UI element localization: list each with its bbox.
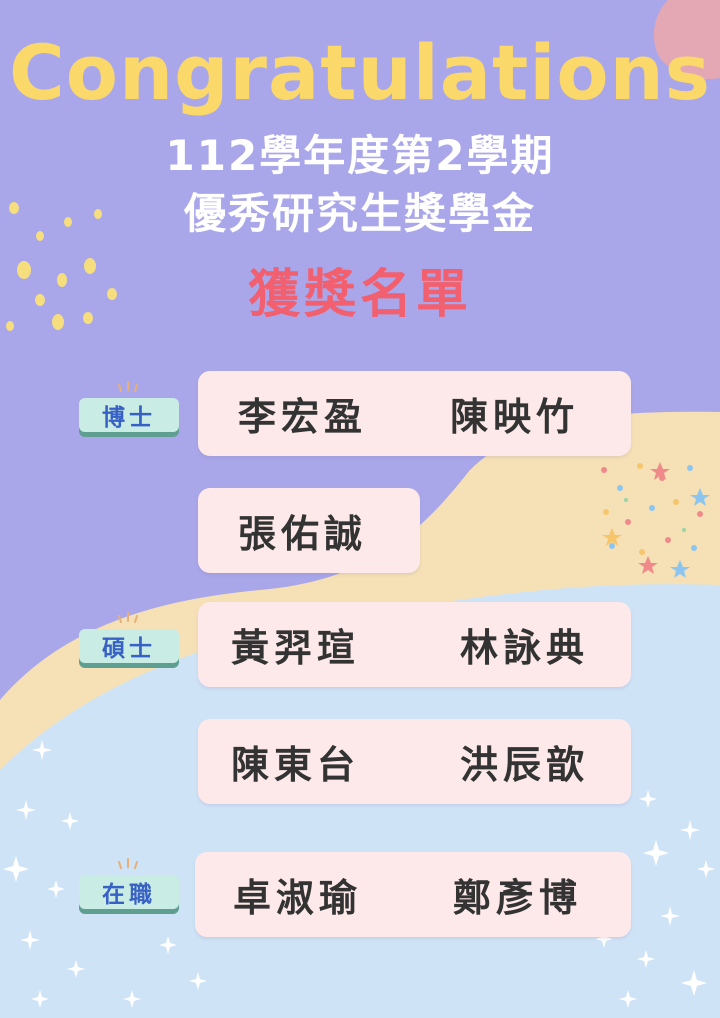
phd-row-1: 李宏盈 陳映竹: [198, 371, 631, 456]
award-list-heading: 獲獎名單: [247, 265, 472, 325]
sparkle-icon: [118, 381, 138, 392]
recipient-name: 張佑誠: [238, 512, 368, 556]
award-poster: Congratulations 112學年度第2學期 優秀研究生獎學金 獲獎名單…: [0, 0, 720, 1018]
recipient-name: 林詠典: [460, 626, 590, 670]
recipient-name: 洪辰歆: [460, 743, 590, 787]
congratulations-title: Congratulations: [9, 28, 711, 117]
in-service-label: 在職: [79, 875, 179, 909]
recipient-name: 黃羿瑄: [231, 626, 361, 670]
scholarship-name: 優秀研究生獎學金: [183, 189, 536, 238]
academic-term: 112學年度第2學期: [165, 131, 555, 180]
recipient-name: 陳映竹: [450, 395, 580, 439]
masters-label: 碩士: [79, 629, 179, 663]
recipient-name: 陳東台: [231, 743, 361, 787]
recipient-name: 卓淑瑜: [233, 876, 363, 920]
recipient-name: 鄭彥博: [453, 876, 583, 920]
in-service-row-1: 卓淑瑜 鄭彥博: [195, 852, 631, 937]
masters-row-1: 黃羿瑄 林詠典: [198, 602, 631, 687]
phd-row-2: 張佑誠: [198, 488, 420, 573]
masters-row-2: 陳東台 洪辰歆: [198, 719, 631, 804]
sparkle-icon: [118, 858, 138, 869]
phd-label: 博士: [79, 398, 179, 432]
sparkle-icon: [118, 612, 138, 623]
recipient-name: 李宏盈: [238, 395, 368, 439]
